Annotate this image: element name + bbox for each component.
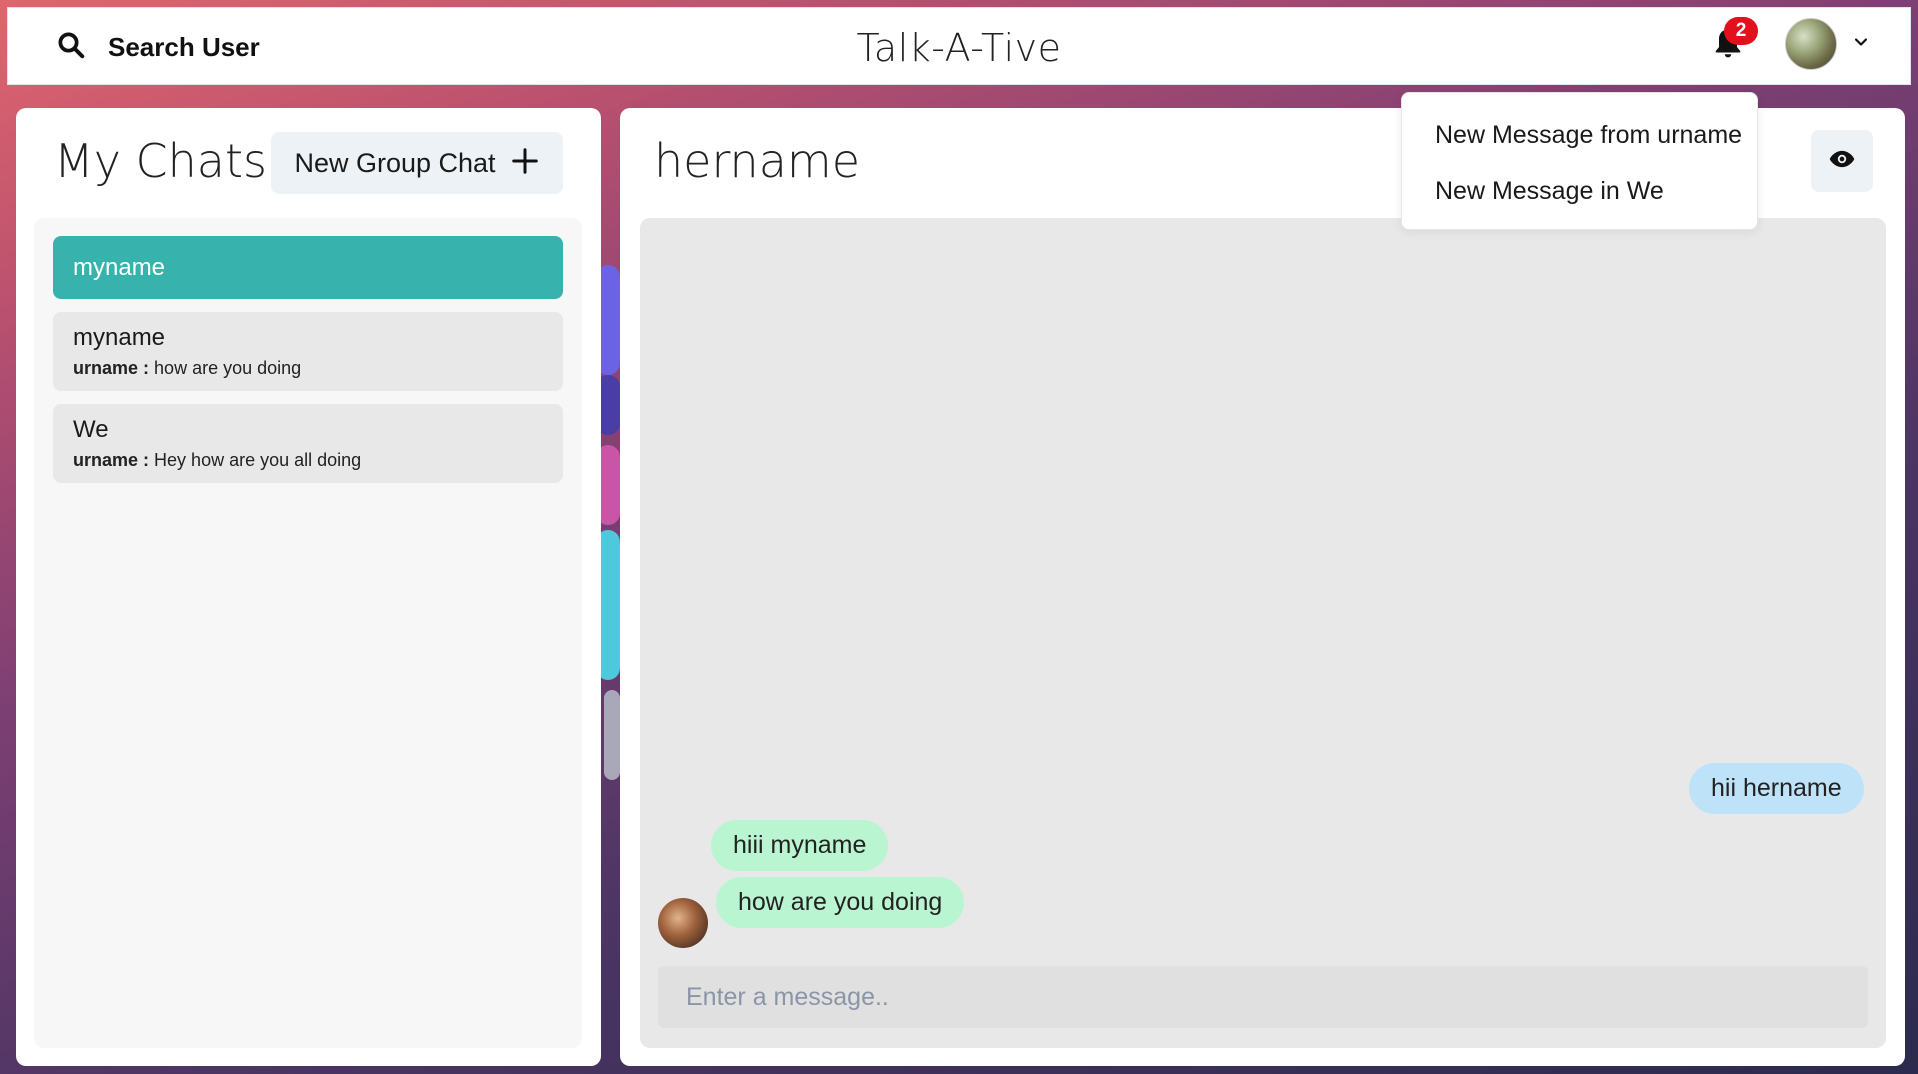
chat-name: myname <box>73 324 166 351</box>
message-bubble-received: how are you doing <box>716 877 965 928</box>
chat-name: myname <box>73 253 166 281</box>
messages-area: hii hername hiii myname how are you doin… <box>640 218 1886 1048</box>
chat-box-panel: hername hii hername hiii myname how are … <box>620 108 1905 1066</box>
message-bubble-received: hiii myname <box>711 820 889 871</box>
chat-list-item[interactable]: myname urname : how are you doing <box>53 312 563 391</box>
view-profile-button[interactable] <box>1811 130 1873 192</box>
notification-item[interactable]: New Message in We <box>1402 163 1757 219</box>
chat-list-item[interactable]: myname <box>53 236 563 299</box>
sender-avatar <box>658 898 708 948</box>
message-bubble-sent: hii hername <box>1689 763 1864 814</box>
chevron-down-icon <box>1851 32 1871 57</box>
avatar <box>1785 18 1837 70</box>
chat-list-item[interactable]: We urname : Hey how are you all doing <box>53 404 563 483</box>
chat-latest-message: urname : Hey how are you all doing <box>73 450 543 471</box>
app-title: Talk-A-Tive <box>856 26 1062 70</box>
latest-message-text: Hey how are you all doing <box>154 450 362 470</box>
notification-item[interactable]: New Message from urname <box>1402 107 1757 163</box>
message-input[interactable] <box>658 966 1868 1028</box>
notification-count-badge: 2 <box>1724 17 1758 45</box>
background-shape <box>604 690 620 780</box>
new-group-chat-label: New Group Chat <box>294 147 496 178</box>
latest-message-text: how are you doing <box>154 358 302 378</box>
top-navbar: Search User Talk-A-Tive <box>7 7 1911 85</box>
latest-message-sender: urname : <box>73 358 150 378</box>
plus-icon <box>510 146 540 181</box>
my-chats-title: My Chats <box>54 134 267 188</box>
notification-dropdown: New Message from urname New Message in W… <box>1401 92 1758 230</box>
chat-name: We <box>73 416 109 443</box>
my-chats-panel: My Chats New Group Chat myname myname ur… <box>16 108 601 1066</box>
latest-message-sender: urname : <box>73 450 150 470</box>
chat-list: myname myname urname : how are you doing… <box>34 218 582 1048</box>
profile-menu-button[interactable] <box>1785 18 1871 70</box>
chat-latest-message: urname : how are you doing <box>73 358 543 379</box>
new-group-chat-button[interactable]: New Group Chat <box>271 132 563 194</box>
eye-icon <box>1828 145 1856 178</box>
chat-header-title: hername <box>654 134 861 188</box>
